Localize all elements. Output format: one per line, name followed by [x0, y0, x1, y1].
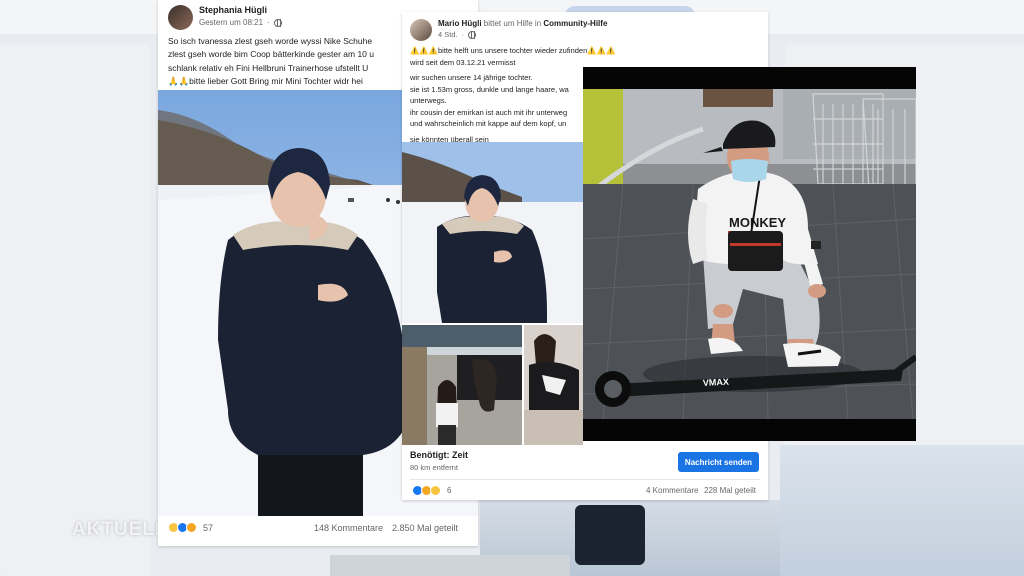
tv-watermark: AKTUELL: [72, 519, 168, 540]
scooter-text: VMAX: [703, 377, 730, 388]
photo-boy-scooter-art: MONKEY VMAX: [583, 89, 916, 419]
photo-girl-horse[interactable]: [402, 325, 522, 445]
reaction-count: 6: [447, 486, 452, 495]
background-blob: [575, 505, 645, 565]
author-avatar[interactable]: [168, 5, 193, 30]
post-text-line: schlank relativ eh Fini Hellbruni Traine…: [168, 62, 369, 73]
post-header: Mario Hügli bittet um Hilfe in Community…: [402, 12, 768, 41]
post-text-line: So isch tvanessa zlest gseh worde wyssi …: [168, 36, 373, 46]
reactions-summary[interactable]: 57: [168, 522, 213, 533]
post-meta: 4 Std. ·: [438, 30, 607, 39]
author-name[interactable]: Stephania Hügli: [199, 5, 282, 15]
care-reaction-icon: [186, 522, 197, 533]
photo-boy-scooter: MONKEY VMAX: [583, 89, 916, 419]
photo-girl-horse-art: [402, 325, 522, 445]
post-headline: Mario Hügli bittet um Hilfe in Community…: [438, 19, 607, 28]
post-text-line: ⚠️⚠️⚠️bitte helft uns unsere tochter wie…: [410, 46, 616, 55]
reaction-count: 57: [203, 522, 214, 533]
hoodie-text: MONKEY: [729, 215, 786, 230]
post-footer: 6 4 Kommentare 228 Mal geteilt: [402, 482, 768, 500]
post-meta: Gestern um 08:21 ·: [199, 18, 282, 27]
globe-icon: [273, 18, 282, 27]
shares-count[interactable]: 228 Mal geteilt: [704, 486, 756, 495]
sad-reaction-icon: [430, 485, 441, 496]
comments-count[interactable]: 4 Kommentare: [646, 486, 698, 495]
post-timestamp[interactable]: Gestern um 08:21: [199, 18, 263, 27]
need-title: Benötigt: Zeit: [410, 450, 468, 460]
group-name[interactable]: Community-Hilfe: [543, 19, 607, 28]
background-dark-bar: [330, 555, 570, 576]
need-info: Benötigt: Zeit 80 km entfernt: [410, 450, 468, 472]
shares-count[interactable]: 2.850 Mal geteilt: [392, 523, 458, 533]
send-message-button[interactable]: Nachricht senden: [678, 452, 759, 472]
author-avatar[interactable]: [410, 19, 432, 41]
post-action: bittet um Hilfe in: [483, 19, 542, 28]
post-text-line: zlest gseh worde bim Coop bätterkinde ge…: [168, 49, 375, 60]
need-distance: 80 km entfernt: [410, 463, 458, 472]
reactions-summary[interactable]: 6: [412, 485, 451, 496]
photo-girl-lying[interactable]: [524, 325, 583, 445]
comments-count[interactable]: 148 Kommentare: [314, 523, 383, 533]
post-body: So isch tvanessa zlest gseh worde wyssi …: [168, 35, 374, 88]
post-footer: 57 148 Kommentare 2.850 Mal geteilt: [158, 516, 478, 540]
background-image-right: [780, 445, 1024, 576]
post-timestamp[interactable]: 4 Std.: [438, 30, 458, 39]
post-text-line: 🙏🙏bitte lieber Gott Bring mir Mini Tocht…: [168, 75, 363, 86]
photo-girl-lying-art: [524, 325, 583, 445]
overlay-photo-boy-scooter: MONKEY VMAX: [583, 67, 916, 441]
background-card: [0, 44, 150, 576]
author-name[interactable]: Mario Hügli: [438, 19, 482, 28]
divider: [410, 479, 760, 480]
globe-icon: [468, 30, 477, 39]
photo-girl-snow-small-art: [402, 142, 583, 323]
photo-girl-snow-small[interactable]: [402, 142, 583, 323]
